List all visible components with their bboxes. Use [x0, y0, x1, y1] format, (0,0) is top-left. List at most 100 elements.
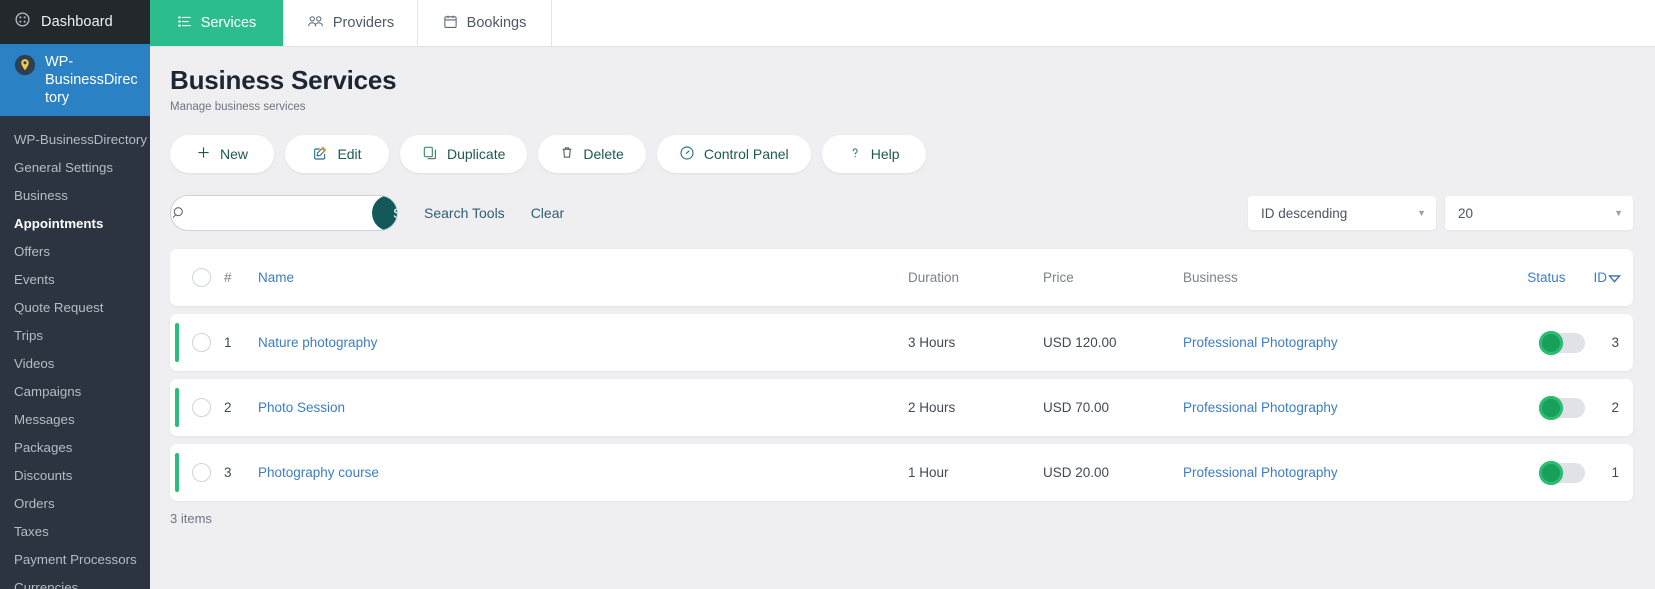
item-count: 3 items	[170, 511, 212, 526]
new-button-label: New	[219, 146, 248, 162]
status-toggle[interactable]	[1539, 330, 1585, 355]
search-button[interactable]: Search	[372, 196, 397, 230]
tab-bookings-label: Bookings	[466, 15, 527, 31]
page-title: Business Services	[170, 65, 397, 95]
sidebar-item-discounts[interactable]: Discounts	[0, 462, 150, 490]
search-input[interactable]	[187, 196, 374, 230]
new-button[interactable]: New	[170, 135, 274, 173]
page-limit-select[interactable]: 20 ▼	[1445, 196, 1633, 230]
sidebar-item-packages[interactable]: Packages	[0, 434, 150, 462]
sidebar-item-events[interactable]: Events	[0, 266, 150, 294]
column-header-name[interactable]: Name	[258, 270, 294, 285]
sidebar-dashboard-label: Dashboard	[41, 14, 113, 30]
clear-link[interactable]: Clear	[531, 205, 564, 221]
sidebar-item-taxes[interactable]: Taxes	[0, 518, 150, 546]
row-business-link[interactable]: Professional Photography	[1183, 465, 1338, 480]
tab-services-label: Services	[200, 15, 257, 31]
row-name-cell: Photo Session	[258, 400, 908, 415]
row-num: 2	[224, 400, 232, 415]
row-business-cell: Professional Photography	[1183, 335, 1483, 350]
location-pin-icon	[14, 54, 36, 76]
delete-button[interactable]: Delete	[538, 135, 646, 173]
tab-bookings[interactable]: Bookings	[418, 0, 552, 46]
services-table: # Name Duration Price Business Status ID	[150, 231, 1655, 501]
select-all-radio[interactable]	[191, 268, 211, 287]
duplicate-button-label: Duplicate	[447, 146, 506, 162]
sidebar-item-wp-businessdirectory[interactable]: WP-BusinessDirectory	[0, 126, 150, 154]
row-duration: 1 Hour	[908, 465, 949, 480]
row-business-cell: Professional Photography	[1183, 465, 1483, 480]
column-header-duration: Duration	[908, 270, 960, 285]
sidebar-item-offers[interactable]: Offers	[0, 238, 150, 266]
status-toggle[interactable]	[1539, 460, 1585, 485]
row-select-radio[interactable]	[191, 398, 211, 417]
question-icon	[848, 145, 862, 164]
pencil-square-icon	[312, 145, 328, 164]
search-row: Search Search Tools Clear ID descending …	[150, 173, 1655, 231]
calendar-icon	[443, 14, 458, 33]
chevron-down-icon: ▼	[1614, 208, 1623, 218]
sidebar-menu: WP-BusinessDirectory General Settings Bu…	[0, 116, 150, 589]
help-button-label: Help	[870, 146, 900, 162]
sidebar-item-appointments[interactable]: Appointments	[0, 210, 150, 238]
copy-icon	[422, 145, 438, 164]
tab-services[interactable]: Services	[150, 0, 284, 46]
table-row[interactable]: 2 Photo Session 2 Hours USD 70.00 Profes…	[170, 379, 1633, 436]
sidebar-item-videos[interactable]: Videos	[0, 350, 150, 378]
column-header-business: Business	[1183, 270, 1238, 285]
search-field-wrapper: Search	[170, 195, 398, 231]
column-header-id[interactable]: ID	[1594, 270, 1622, 286]
row-business-link[interactable]: Professional Photography	[1183, 400, 1338, 415]
table-row[interactable]: 3 Photography course 1 Hour USD 20.00 Pr…	[170, 444, 1633, 501]
column-header-status[interactable]: Status	[1527, 270, 1565, 285]
sidebar-item-dashboard[interactable]: Dashboard	[0, 0, 150, 44]
status-toggle-knob	[1539, 460, 1563, 485]
control-panel-button-label: Control Panel	[703, 146, 789, 162]
sort-select[interactable]: ID descending ▼	[1248, 196, 1436, 230]
page-header: Business Services Manage business servic…	[150, 47, 1655, 113]
row-name-link[interactable]: Photography course	[258, 465, 379, 480]
help-button[interactable]: Help	[821, 135, 926, 173]
sidebar-item-trips[interactable]: Trips	[0, 322, 150, 350]
tab-providers[interactable]: Providers	[284, 0, 418, 46]
sidebar-item-currencies[interactable]: Currencies	[0, 574, 150, 589]
tab-providers-label: Providers	[332, 15, 395, 31]
column-header-id-label: ID	[1593, 269, 1608, 285]
control-panel-button[interactable]: Control Panel	[656, 135, 811, 173]
column-header-num: #	[224, 270, 232, 285]
sidebar-item-business[interactable]: Business	[0, 182, 150, 210]
status-toggle[interactable]	[1539, 395, 1585, 420]
dashboard-icon	[14, 11, 31, 33]
row-price: USD 20.00	[1043, 465, 1110, 480]
sidebar-item-quote-request[interactable]: Quote Request	[0, 294, 150, 322]
row-select-radio[interactable]	[191, 333, 211, 352]
row-select-radio[interactable]	[191, 463, 211, 482]
row-business-link[interactable]: Professional Photography	[1183, 335, 1338, 350]
sidebar-item-messages[interactable]: Messages	[0, 406, 150, 434]
main-content: Services Providers Bookings Business Ser…	[150, 0, 1655, 589]
row-id: 3	[1611, 335, 1619, 350]
sidebar-item-wp-businessdirectory-current[interactable]: WP-BusinessDirectory	[0, 44, 150, 116]
row-duration: 2 Hours	[908, 400, 956, 415]
plus-icon	[196, 145, 211, 163]
sidebar-item-campaigns[interactable]: Campaigns	[0, 378, 150, 406]
row-status-cell	[1483, 460, 1591, 485]
edit-button[interactable]: Edit	[285, 135, 389, 173]
row-select-cell	[178, 463, 224, 482]
sidebar-item-orders[interactable]: Orders	[0, 490, 150, 518]
search-tools-link[interactable]: Search Tools	[424, 205, 505, 221]
sidebar-item-payment-processors[interactable]: Payment Processors	[0, 546, 150, 574]
row-name-link[interactable]: Nature photography	[258, 335, 377, 350]
row-select-cell	[178, 398, 224, 417]
row-duration: 3 Hours	[908, 335, 956, 350]
table-row[interactable]: 1 Nature photography 3 Hours USD 120.00 …	[170, 314, 1633, 371]
trash-icon	[560, 145, 574, 163]
sidebar-item-general-settings[interactable]: General Settings	[0, 154, 150, 182]
select-all-cell	[178, 268, 224, 287]
row-name-link[interactable]: Photo Session	[258, 400, 345, 415]
row-business-cell: Professional Photography	[1183, 400, 1483, 415]
duplicate-button[interactable]: Duplicate	[400, 135, 528, 173]
row-id: 2	[1611, 400, 1619, 415]
row-num: 3	[224, 465, 232, 480]
search-icon	[171, 205, 187, 221]
